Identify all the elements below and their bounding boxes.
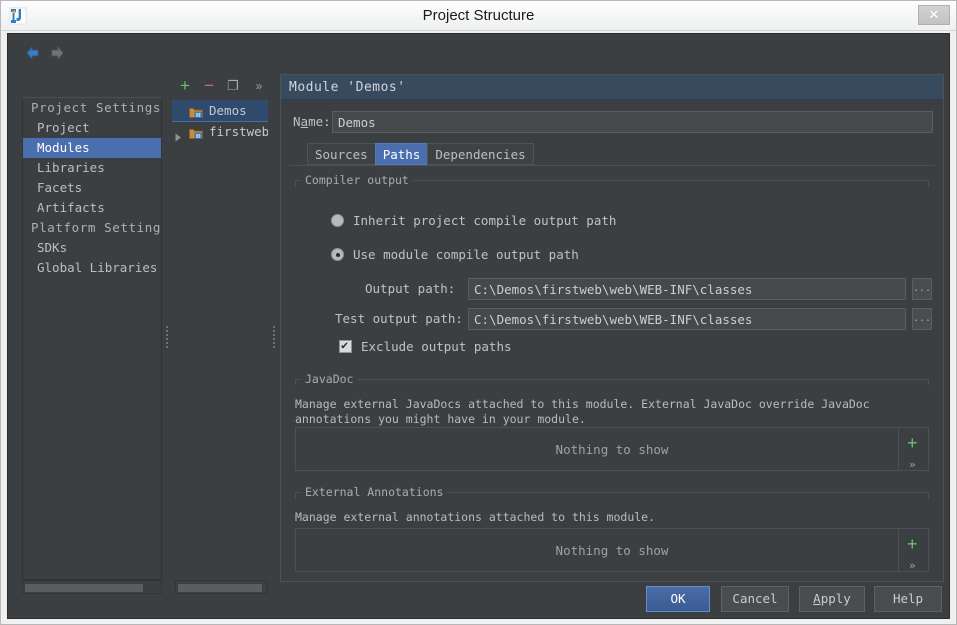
splitter-handle-right[interactable] <box>270 324 278 352</box>
module-name-input[interactable] <box>332 111 933 133</box>
tab-sources[interactable]: Sources <box>307 143 375 165</box>
module-detail-header: Module 'Demos' <box>281 75 943 100</box>
sidebar-item-libraries[interactable]: Libraries <box>23 158 161 178</box>
annotations-empty-text: Nothing to show <box>555 542 669 558</box>
module-name-row: Name: <box>281 111 943 133</box>
external-annotations-title: External Annotations <box>301 485 448 499</box>
external-annotations-group: External Annotations Manage external ann… <box>295 485 929 578</box>
module-tab-bar: Sources Paths Dependencies <box>307 143 534 165</box>
tab-dependencies[interactable]: Dependencies <box>427 143 534 165</box>
group-edge <box>295 180 296 186</box>
group-divider <box>295 379 929 380</box>
module-tree[interactable]: Demos firstweb <box>172 100 268 580</box>
arrow-left-icon[interactable] <box>24 44 42 62</box>
radio-module-label: Use module compile output path <box>353 247 579 262</box>
sidebar-item-sdks[interactable]: SDKs <box>23 238 161 258</box>
sidebar-item-project[interactable]: Project <box>23 118 161 138</box>
close-button[interactable]: ✕ <box>918 5 950 25</box>
radio-inherit-label: Inherit project compile output path <box>353 213 617 228</box>
tree-node-label: firstweb <box>209 124 268 139</box>
sidebar-item-modules[interactable]: Modules <box>23 138 161 158</box>
external-annotations-description: Manage external annotations attached to … <box>295 510 656 524</box>
tree-node-firstweb[interactable]: firstweb <box>172 121 268 142</box>
group-edge <box>928 379 929 385</box>
javadoc-group: JavaDoc Manage external JavaDocs attache… <box>295 372 929 491</box>
javadoc-list[interactable]: Nothing to show + » <box>295 427 929 471</box>
apply-button[interactable]: Apply <box>799 586 865 612</box>
output-path-input[interactable] <box>468 278 906 300</box>
module-tree-toolbar: + − ❐ » <box>172 76 272 98</box>
window-title: Project Structure <box>422 7 535 24</box>
tree-node-demos[interactable]: Demos <box>172 100 268 122</box>
dialog-button-bar: OK Cancel Apply Help <box>8 582 949 618</box>
compiler-output-title: Compiler output <box>301 173 413 187</box>
remove-module-icon[interactable]: − <box>200 76 218 96</box>
group-edge <box>295 492 296 498</box>
output-path-browse-button[interactable]: ... <box>912 278 932 300</box>
more-options-icon[interactable]: » <box>250 76 268 96</box>
settings-category-list[interactable]: Project Settings Project Modules Libraries F… <box>22 97 162 580</box>
chevron-more-icon[interactable]: » <box>909 458 916 471</box>
annotations-list-actions: + » <box>898 529 928 572</box>
javadoc-empty-text: Nothing to show <box>555 441 669 457</box>
plus-icon[interactable]: + <box>907 433 918 454</box>
external-annotations-list[interactable]: Nothing to show + » <box>295 528 929 572</box>
test-output-path-input[interactable] <box>468 308 906 330</box>
tree-node-label: Demos <box>209 103 247 118</box>
tab-paths[interactable]: Paths <box>374 143 428 165</box>
module-folder-icon <box>189 104 203 118</box>
navigation-toolbar <box>16 40 162 66</box>
paths-tab-content: Compiler output Inherit project compile … <box>289 165 935 579</box>
chevron-right-icon[interactable] <box>174 127 183 142</box>
group-edge <box>928 492 929 498</box>
cancel-button[interactable]: Cancel <box>721 586 789 612</box>
splitter-handle-left[interactable] <box>163 324 171 352</box>
sidebar-group-label: Platform Setting <box>31 220 162 235</box>
group-edge <box>928 180 929 186</box>
sidebar-group-label: Project Settings <box>31 100 162 115</box>
module-detail-panel: Module 'Demos' Name: SourcesPathsDepende… <box>280 74 944 582</box>
javadoc-list-actions: + » <box>898 428 928 471</box>
module-name-label: Name: <box>293 114 331 129</box>
arrow-right-icon[interactable] <box>48 44 66 62</box>
sidebar-item-artifacts[interactable]: Artifacts <box>23 198 161 218</box>
test-output-path-browse-button[interactable]: ... <box>912 308 932 330</box>
javadoc-title: JavaDoc <box>301 372 358 386</box>
copy-module-icon[interactable]: ❐ <box>224 76 242 96</box>
exclude-output-paths-label: Exclude output paths <box>361 339 512 354</box>
help-button[interactable]: Help <box>874 586 942 612</box>
compiler-output-group: Compiler output Inherit project compile … <box>295 173 932 370</box>
group-edge <box>295 379 296 385</box>
sidebar-item-facets[interactable]: Facets <box>23 178 161 198</box>
checkbox-mark-checked <box>339 338 352 353</box>
chevron-more-icon[interactable]: » <box>909 559 916 572</box>
project-structure-dialog-window: Project Structure ✕ Project Settings Proj… <box>0 0 957 625</box>
title-bar: Project Structure ✕ <box>1 1 956 31</box>
dialog-body: Project Settings Project Modules Libraries F… <box>7 33 950 619</box>
module-folder-icon <box>189 125 203 139</box>
ok-button[interactable]: OK <box>646 586 710 612</box>
radio-mark-selected <box>331 248 344 261</box>
plus-icon[interactable]: + <box>907 534 918 555</box>
sidebar-item-global-libraries[interactable]: Global Libraries <box>23 258 161 278</box>
add-module-icon[interactable]: + <box>176 76 194 96</box>
javadoc-description: Manage external JavaDocs attached to thi… <box>295 397 870 426</box>
radio-mark <box>331 214 344 227</box>
